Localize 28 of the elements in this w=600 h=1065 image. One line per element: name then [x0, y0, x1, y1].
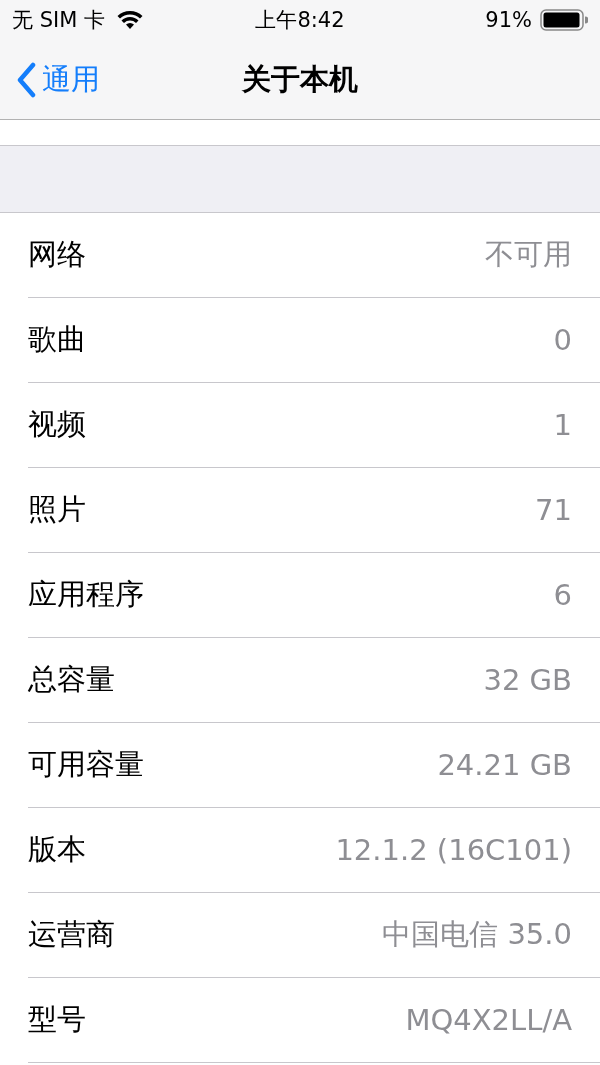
- row-label: 总容量: [28, 661, 115, 698]
- row-value: 12.1.2 (16C101): [335, 833, 572, 867]
- page-title: 关于本机: [242, 60, 358, 98]
- row-value: 32 GB: [483, 663, 572, 697]
- battery-percent: 91%: [485, 8, 532, 32]
- row-label: 歌曲: [28, 321, 86, 358]
- row-value: 中国电信 35.0: [382, 916, 572, 953]
- row-value: 71: [535, 493, 572, 527]
- back-button[interactable]: 通用: [0, 58, 106, 101]
- row-value: MQ4X2LL/A: [405, 1003, 572, 1037]
- row-label: 运营商: [28, 916, 115, 953]
- wifi-icon: [117, 10, 143, 30]
- battery-icon: [540, 9, 588, 31]
- row-value: 0: [553, 323, 572, 357]
- row-value: 不可用: [485, 236, 572, 273]
- clock-text: 上午8:42: [255, 7, 345, 34]
- row-label: 视频: [28, 406, 86, 443]
- row-value: 24.21 GB: [437, 748, 572, 782]
- row-label: 版本: [28, 831, 86, 868]
- row-label: 可用容量: [28, 746, 144, 783]
- row-value: 6: [553, 578, 572, 612]
- chevron-icon: [16, 61, 36, 98]
- row-label: 照片: [28, 491, 86, 528]
- row-label: 网络: [28, 236, 86, 273]
- row-label: 应用程序: [28, 576, 144, 613]
- carrier-text: 无 SIM 卡: [12, 7, 105, 34]
- row-value: 1: [553, 408, 572, 442]
- row-label: 型号: [28, 1001, 86, 1038]
